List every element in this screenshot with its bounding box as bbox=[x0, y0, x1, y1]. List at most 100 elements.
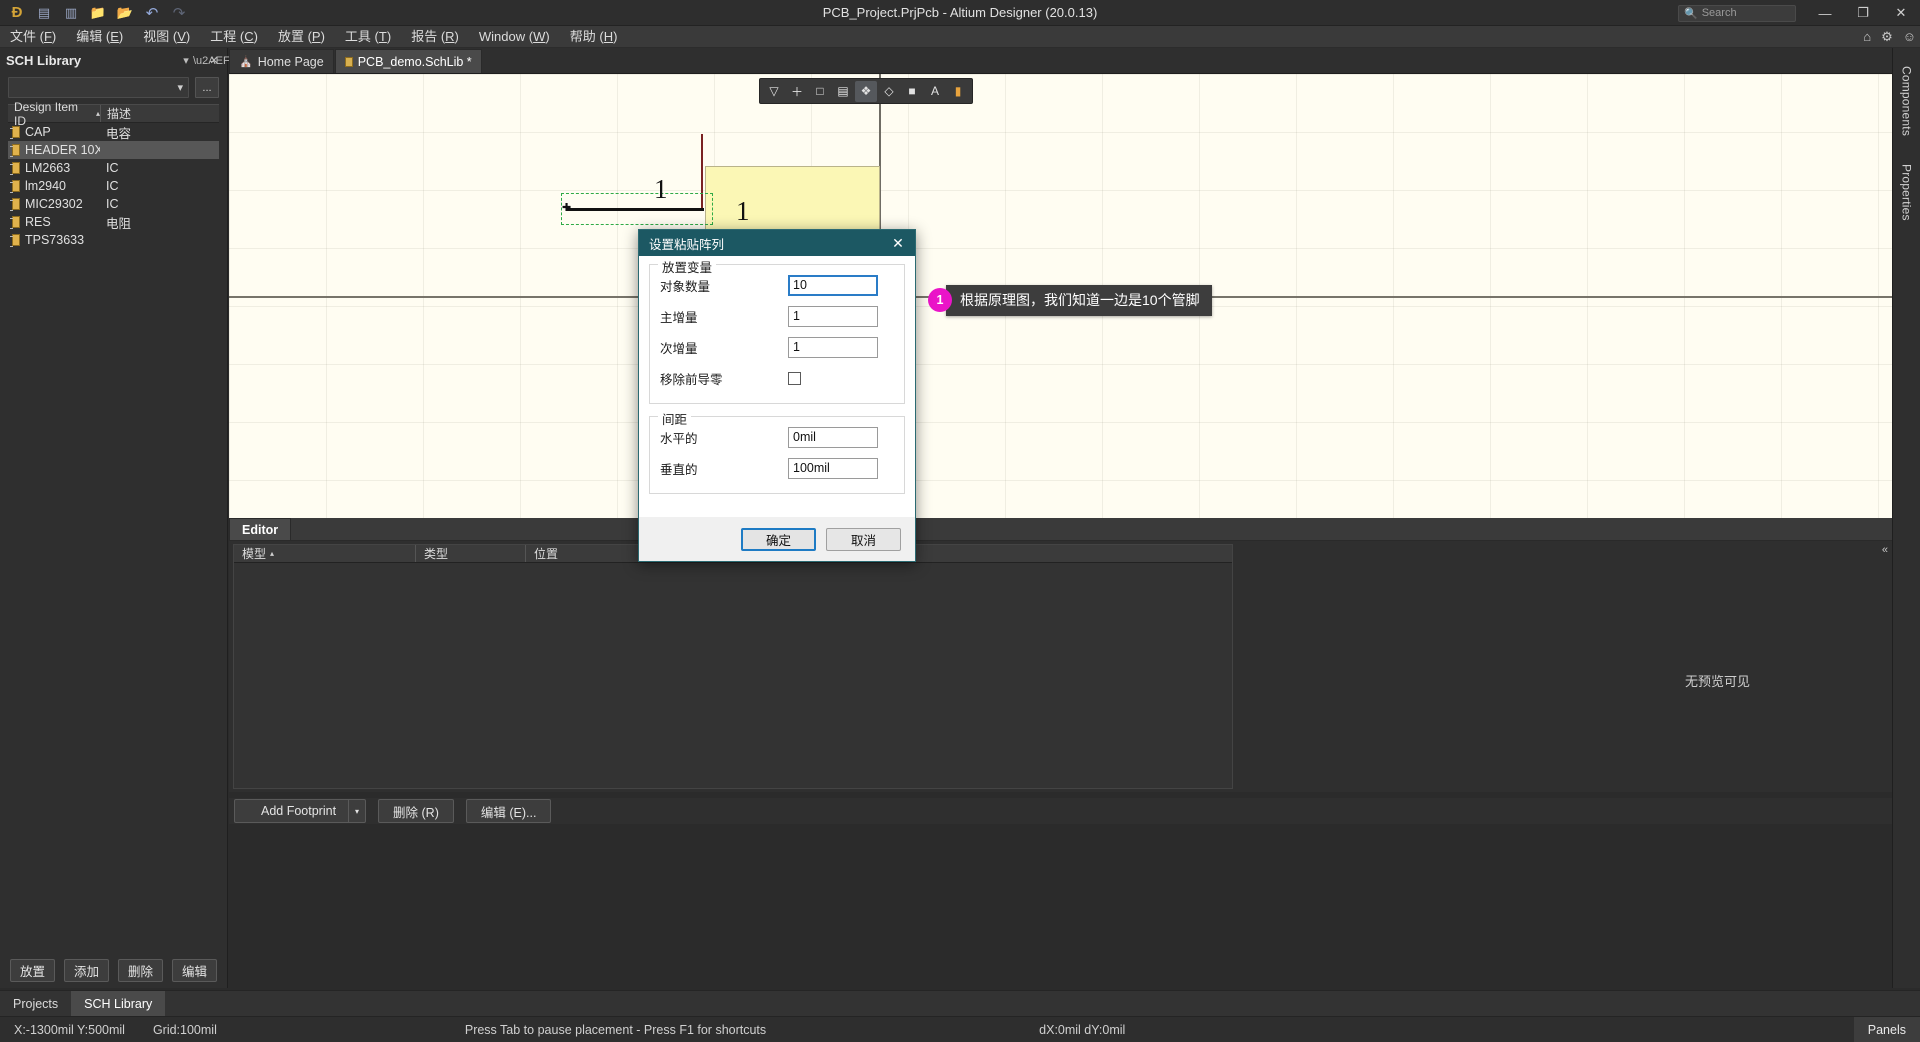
component-id-cell: lm2940 bbox=[8, 179, 100, 193]
bottom-tab-sch-library[interactable]: SCH Library bbox=[71, 990, 166, 1017]
edit-model-button[interactable]: 编辑 (E)... bbox=[465, 799, 552, 823]
component-desc-cell: 电容 bbox=[106, 126, 132, 141]
tab-pcb-demo-schlib[interactable]: PCB_demo.SchLib * bbox=[334, 49, 482, 73]
panels-button[interactable]: Panels bbox=[1853, 1016, 1920, 1042]
open-project-icon[interactable]: 📂 bbox=[114, 3, 136, 23]
menu-reports[interactable]: 报告 (R) bbox=[401, 26, 469, 48]
chevron-down-icon[interactable]: ▾ bbox=[348, 800, 365, 822]
user-account-icon[interactable]: ☺ bbox=[1903, 29, 1916, 44]
bottom-tab-projects[interactable]: Projects bbox=[0, 991, 71, 1017]
ok-button[interactable]: 确定 bbox=[741, 527, 816, 551]
column-model[interactable]: 模型 ▴ bbox=[234, 545, 416, 562]
library-browse-button[interactable]: ... bbox=[195, 77, 219, 98]
menu-tools[interactable]: 工具 (T) bbox=[335, 26, 401, 48]
pin-wire[interactable] bbox=[567, 208, 704, 211]
dialog-close-icon[interactable]: ✕ bbox=[881, 230, 915, 256]
component-icon bbox=[10, 162, 20, 175]
panel-dropdown-icon[interactable]: ▾ bbox=[179, 54, 193, 67]
remove-leading-zeroes-checkbox[interactable] bbox=[788, 372, 801, 385]
vertical-spacing-input[interactable]: 100mil bbox=[788, 458, 878, 479]
home-icon[interactable]: ⌂ bbox=[1863, 29, 1871, 44]
add-footprint-button[interactable]: Add Footprint ▾ bbox=[234, 799, 367, 823]
field-secondary-increment-label: 次增量 bbox=[660, 342, 698, 356]
dialog-title: 设置粘贴阵列 bbox=[649, 237, 725, 252]
tab-editor[interactable]: Editor bbox=[229, 518, 292, 540]
search-input[interactable]: 🔍 Search bbox=[1678, 4, 1796, 22]
text-icon[interactable]: A bbox=[924, 81, 946, 102]
paste-array-dialog: 设置粘贴阵列 ✕ 放置变量 对象数量 10 主增量 1 次增量 1 移除前导零 … bbox=[638, 229, 916, 562]
dock-tab-properties[interactable]: Properties bbox=[1898, 158, 1916, 227]
field-remove-leading-zeroes: 移除前导零 bbox=[660, 364, 894, 393]
primary-increment-input[interactable]: 1 bbox=[788, 306, 878, 327]
menu-help-label: 帮助 bbox=[569, 28, 596, 44]
placement-variables-group: 放置变量 对象数量 10 主增量 1 次增量 1 移除前导零 bbox=[649, 257, 905, 404]
add-button[interactable]: 添加 bbox=[64, 959, 109, 982]
component-id-text: LM2663 bbox=[25, 161, 71, 175]
table-row[interactable]: HEADER 10X bbox=[8, 141, 219, 159]
menu-view[interactable]: 视图 (V) bbox=[133, 26, 200, 48]
highlight-icon[interactable]: ❖ bbox=[855, 80, 877, 102]
cancel-button[interactable]: 取消 bbox=[826, 527, 901, 551]
table-row[interactable]: MIC29302 IC bbox=[8, 195, 219, 213]
undo-icon[interactable]: ↶ bbox=[141, 3, 163, 23]
close-button[interactable]: ✕ bbox=[1882, 0, 1920, 26]
object-count-input[interactable]: 10 bbox=[788, 275, 878, 296]
edit-button[interactable]: 编辑 bbox=[172, 959, 217, 982]
component-id-cell: TPS73633 bbox=[8, 233, 100, 247]
place-button[interactable]: 放置 bbox=[10, 959, 55, 982]
no-preview-message: 无预览可见 bbox=[1684, 674, 1750, 689]
menu-edit[interactable]: 编辑 (E) bbox=[66, 26, 133, 48]
table-row[interactable]: lm2940 IC bbox=[8, 177, 219, 195]
delete-button[interactable]: 删除 bbox=[118, 959, 163, 982]
table-row[interactable]: RES 电阻 bbox=[8, 213, 219, 231]
title-bar: Đ ▤ ▥ 📁 📂 ↶ ↷ PCB_Project.PrjPcb - Altiu… bbox=[0, 0, 1920, 26]
maximize-button[interactable]: ❐ bbox=[1844, 0, 1882, 26]
tab-home-page[interactable]: ⛪ Home Page bbox=[229, 49, 334, 73]
menu-help[interactable]: 帮助 (H) bbox=[560, 26, 628, 48]
secondary-increment-input[interactable]: 1 bbox=[788, 337, 878, 358]
table-row[interactable]: CAP 电容 bbox=[8, 123, 219, 141]
panel-close-icon[interactable]: ✕ bbox=[207, 54, 221, 67]
redo-icon[interactable]: ↷ bbox=[168, 3, 190, 23]
library-dropdown-arrow: ▾ bbox=[177, 82, 183, 94]
column-type[interactable]: 类型 bbox=[416, 545, 526, 562]
minimize-button[interactable]: — bbox=[1806, 0, 1844, 26]
component-id-text: MIC29302 bbox=[25, 197, 83, 211]
color-icon[interactable]: ▮ bbox=[947, 81, 969, 102]
align-icon[interactable]: ▤ bbox=[832, 81, 854, 102]
table-row[interactable]: LM2663 IC bbox=[8, 159, 219, 177]
dock-tab-components[interactable]: Components bbox=[1898, 60, 1916, 142]
open-icon[interactable]: 📁 bbox=[87, 3, 109, 23]
altium-logo-icon[interactable]: Đ bbox=[6, 3, 28, 23]
collapse-panel-icon[interactable]: « bbox=[1882, 544, 1888, 556]
library-dropdown[interactable]: ▾ bbox=[8, 77, 189, 98]
column-description[interactable]: 描述 bbox=[100, 105, 219, 122]
settings-gear-icon[interactable]: ⚙ bbox=[1881, 29, 1893, 45]
menu-window[interactable]: Window (W) bbox=[469, 26, 560, 48]
table-row[interactable]: TPS73633 bbox=[8, 231, 219, 249]
filter-icon[interactable]: ▽ bbox=[763, 81, 785, 102]
add-icon[interactable]: ＋ bbox=[786, 81, 808, 102]
save-icon[interactable]: ▤ bbox=[33, 3, 55, 23]
eraser-icon[interactable]: ◇ bbox=[878, 81, 900, 102]
horizontal-spacing-input[interactable]: 0mil bbox=[788, 427, 878, 448]
model-grid[interactable]: 模型 ▴ 类型 位置 bbox=[233, 544, 1233, 789]
select-rect-icon[interactable]: □ bbox=[809, 81, 831, 102]
panel-header: SCH Library ▾ \u2AEF ✕ bbox=[0, 48, 230, 73]
panel-title: SCH Library bbox=[6, 53, 82, 68]
dialog-title-bar[interactable]: 设置粘贴阵列 ✕ bbox=[639, 230, 915, 256]
menu-place[interactable]: 放置 (P) bbox=[268, 26, 335, 48]
field-remove-leading-zeroes-label: 移除前导零 bbox=[660, 373, 723, 387]
column-design-item-id[interactable]: Design Item ID ▴ bbox=[8, 100, 100, 128]
dialog-body: 放置变量 对象数量 10 主增量 1 次增量 1 移除前导零 间距 水平的 0m… bbox=[639, 256, 915, 517]
menu-window-label: Window bbox=[478, 28, 526, 44]
save-all-icon[interactable]: ▥ bbox=[60, 3, 82, 23]
component-id-cell: CAP bbox=[8, 125, 100, 139]
document-tab-bar: ⛪ Home Page PCB_demo.SchLib * bbox=[229, 48, 1892, 74]
fill-icon[interactable]: ■ bbox=[901, 81, 923, 102]
menu-project[interactable]: 工程 (C) bbox=[200, 26, 268, 48]
panel-pin-icon[interactable]: \u2AEF bbox=[193, 55, 230, 67]
delete-model-button[interactable]: 删除 (R) bbox=[378, 799, 454, 823]
menu-file[interactable]: 文件 (F) bbox=[0, 26, 66, 48]
component-grid-body: CAP 电容 HEADER 10X LM2663 IC lm2940 IC MI… bbox=[8, 123, 219, 249]
